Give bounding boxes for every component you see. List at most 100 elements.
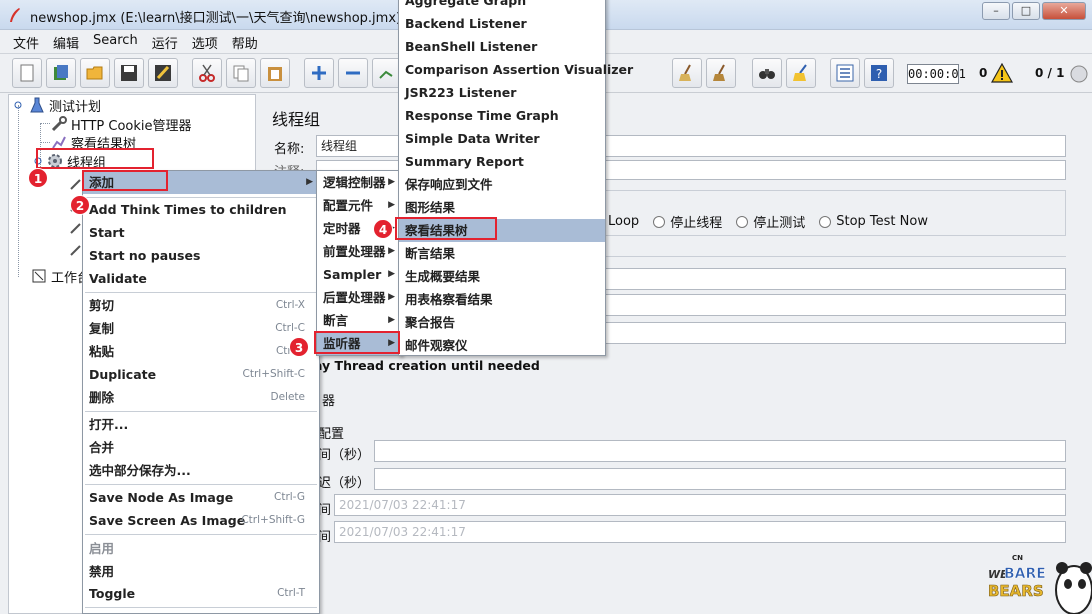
submenu-item-sampler[interactable]: Sampler ▶ — [317, 263, 401, 286]
submenu-item-pre-processor[interactable]: 前置处理器 ▶ — [317, 240, 401, 263]
menu-run[interactable]: 运行 — [145, 30, 185, 52]
expand-button[interactable] — [304, 58, 334, 88]
menu-item-merge[interactable]: 合并 — [83, 436, 319, 459]
step-badge-2: 2 — [70, 195, 90, 215]
warning-icon[interactable] — [991, 63, 1013, 83]
cut-button[interactable] — [192, 58, 222, 88]
listener-item-view-results-in-table[interactable]: 用表格察看结果 — [399, 288, 605, 311]
active-threads-count: 0 / 1 — [1035, 66, 1065, 80]
submenu-item-assertion[interactable]: 断言 ▶ — [317, 309, 401, 332]
radio-stop-test[interactable]: 停止测试 — [736, 212, 805, 231]
reset-search-button[interactable] — [786, 58, 816, 88]
help-button[interactable]: ? — [864, 58, 894, 88]
new-file-icon — [20, 64, 34, 82]
tree-child-sampler[interactable] — [69, 241, 83, 259]
menu-options[interactable]: 选项 — [185, 30, 225, 52]
expand-toggle-icon[interactable] — [11, 98, 25, 112]
minimize-button[interactable]: – — [982, 2, 1010, 20]
radio-circle — [736, 215, 749, 228]
listener-item-mailer-visualizer[interactable]: 邮件观察仪 — [399, 334, 605, 357]
scheduler-config-title: 配置 — [318, 427, 345, 442]
menu-item-toggle[interactable]: Toggle Ctrl-T — [83, 582, 319, 605]
submenu-arrow-icon: ▶ — [306, 177, 313, 187]
menu-separator — [85, 411, 317, 412]
new-button[interactable] — [12, 58, 42, 88]
collapse-button[interactable] — [338, 58, 368, 88]
listener-item-summary-report[interactable]: Summary Report — [399, 150, 605, 173]
function-helper-button[interactable] — [830, 58, 860, 88]
logo-bottom-text: BEARS — [988, 582, 1044, 600]
duration-input[interactable] — [374, 440, 1066, 462]
listener-item-backend-listener[interactable]: Backend Listener — [399, 12, 605, 35]
submenu-item-config-element[interactable]: 配置元件 ▶ — [317, 194, 401, 217]
listener-item-aggregate-report[interactable]: 聚合报告 — [399, 311, 605, 334]
save-as-button[interactable] — [148, 58, 178, 88]
copy-button[interactable] — [226, 58, 256, 88]
menu-search[interactable]: Search — [86, 30, 145, 52]
menu-item-start-no-pauses[interactable]: Start no pauses — [83, 244, 319, 267]
menu-separator — [85, 534, 317, 535]
tree-child-sampler[interactable] — [69, 175, 83, 193]
listener-item-save-responses-to-file[interactable]: 保存响应到文件 — [399, 173, 605, 196]
radio-circle — [819, 215, 832, 228]
submenu-item-logic-controller[interactable]: 逻辑控制器 ▶ — [317, 171, 401, 194]
listener-item-aggregate-graph[interactable]: Aggregate Graph — [399, 0, 605, 12]
menu-item-paste[interactable]: 粘贴Ctrl-V — [83, 340, 319, 363]
menu-file[interactable]: 文件 — [6, 30, 46, 52]
menu-item-cut[interactable]: 剪切 Ctrl-X — [83, 294, 319, 317]
menu-item-add-think-times[interactable]: Add Think Times to children — [83, 198, 319, 221]
submenu-item-post-processor[interactable]: 后置处理器 ▶ — [317, 286, 401, 309]
menu-edit[interactable]: 编辑 — [46, 30, 86, 52]
save-button[interactable] — [114, 58, 144, 88]
listener-submenu: Aggregate Graph Backend Listener BeanShe… — [398, 0, 633, 357]
startup-delay-input[interactable] — [374, 468, 1066, 490]
open-folder-icon — [86, 66, 103, 80]
start-time-input[interactable]: 2021/07/03 22:41:17 — [334, 494, 1066, 516]
tree-node-test-plan[interactable]: 测试计划 — [11, 96, 101, 115]
listener-item-beanshell-listener[interactable]: BeanShell Listener — [399, 35, 605, 58]
maximize-button[interactable]: □ — [1012, 2, 1040, 20]
save-as-icon — [155, 65, 171, 81]
minus-icon — [346, 71, 360, 75]
jmeter-feather-icon — [10, 8, 20, 22]
clear-all-button[interactable] — [706, 58, 736, 88]
listener-item-generate-summary-results[interactable]: 生成概要结果 — [399, 265, 605, 288]
menu-item-save-screen-as-image[interactable]: Save Screen As Image Ctrl+Shift-G — [83, 509, 319, 532]
menu-item-start[interactable]: Start — [83, 221, 319, 244]
duration-label: 间（秒） — [318, 448, 371, 463]
annotation-box-add — [82, 170, 168, 191]
templates-button[interactable] — [46, 58, 76, 88]
radio-loop[interactable]: Loop — [608, 212, 639, 231]
listener-item-graph-results[interactable]: 图形结果 — [399, 196, 605, 219]
tree-child-sampler[interactable] — [69, 219, 83, 237]
radio-stop-thread[interactable]: 停止线程 — [653, 212, 722, 231]
close-button[interactable]: ✕ — [1042, 2, 1086, 20]
step-badge-4: 4 — [373, 219, 393, 239]
menu-item-open[interactable]: 打开... — [83, 413, 319, 436]
menu-item-save-node-as-image[interactable]: Save Node As Image Ctrl-G — [83, 486, 319, 509]
clear-button[interactable] — [672, 58, 702, 88]
search-button[interactable] — [752, 58, 782, 88]
tree-node-cookie-manager[interactable]: HTTP Cookie管理器 — [51, 115, 192, 134]
listener-item-assertion-results[interactable]: 断言结果 — [399, 242, 605, 265]
listener-item-simple-data-writer[interactable]: Simple Data Writer — [399, 127, 605, 150]
listener-item-response-time-graph[interactable]: Response Time Graph — [399, 104, 605, 127]
menu-item-save-selection-as[interactable]: 选中部分保存为... — [83, 459, 319, 482]
menu-item-delete[interactable]: 删除 Delete — [83, 386, 319, 409]
delay-thread-creation-label: ay Thread creation until needed — [314, 358, 540, 373]
svg-text:?: ? — [876, 67, 882, 81]
pencil-icon — [70, 179, 81, 190]
listener-item-jsr223-listener[interactable]: JSR223 Listener — [399, 81, 605, 104]
menu-item-disable[interactable]: 禁用 — [83, 560, 319, 583]
wrench-icon — [51, 116, 67, 132]
open-button[interactable] — [80, 58, 110, 88]
menu-item-validate[interactable]: Validate — [83, 267, 319, 290]
paste-button[interactable] — [260, 58, 290, 88]
end-time-input[interactable]: 2021/07/03 22:41:17 — [334, 521, 1066, 543]
menu-item-duplicate[interactable]: Duplicate Ctrl+Shift-C — [83, 363, 319, 386]
menu-item-copy[interactable]: 复制 Ctrl-C — [83, 317, 319, 340]
submenu-arrow-icon: ▶ — [388, 200, 395, 210]
radio-stop-test-now[interactable]: Stop Test Now — [819, 212, 928, 231]
menu-help[interactable]: 帮助 — [225, 30, 265, 52]
listener-item-comparison-assertion-visualizer[interactable]: Comparison Assertion Visualizer — [399, 58, 633, 81]
